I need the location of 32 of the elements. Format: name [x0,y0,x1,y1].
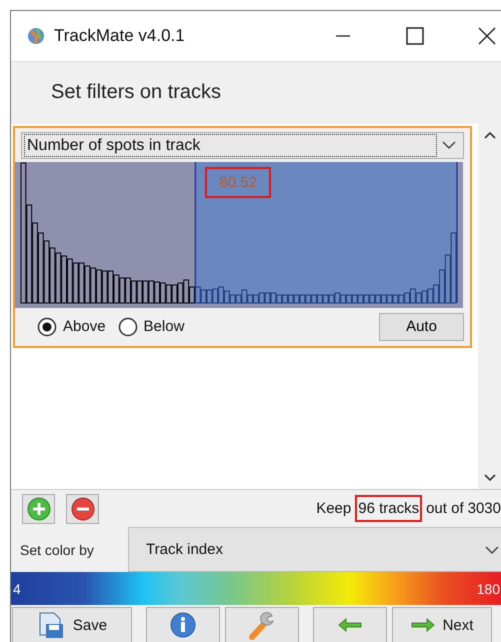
save-icon [36,611,65,639]
threshold-value: 80.52 [205,166,271,198]
info-button[interactable] [146,607,220,642]
radio-button[interactable]: Above [37,316,106,337]
scale-min: 4 [13,580,21,597]
add-button[interactable] [22,494,55,524]
step-heading: Set filters on tracks [51,81,222,104]
feature-dropdown[interactable]: Number of spots in track [21,132,464,159]
right-arrow-icon [410,618,435,632]
next-button[interactable]: Next [392,607,492,642]
window-title: TrackMate v4.0.1 [54,26,185,46]
track-count: 96 tracks [355,495,422,522]
save-button[interactable]: Save [12,607,132,642]
total-count: 3030 [468,500,501,518]
keep-label: Keep [316,500,352,518]
left-arrow-icon [338,618,362,632]
info-icon [170,612,196,638]
scale-max: 180 [476,580,500,597]
scroll-down-icon[interactable] [482,473,496,484]
color-by-label: Set color by [19,540,95,560]
scroll-up-icon[interactable] [482,130,496,140]
radio-circle-icon[interactable] [118,316,138,337]
back-button[interactable] [313,607,387,642]
remove-button[interactable] [66,494,99,524]
wrench-icon [248,610,276,640]
out-of-label: out of [426,500,464,518]
auto-button[interactable]: Auto [379,312,464,341]
radio-button[interactable]: Below [118,316,184,337]
radio-circle-icon[interactable] [37,316,57,337]
color-by-dropdown[interactable]: Track index [128,527,501,572]
app-icon [27,26,45,45]
histogram-drawing[interactable] [15,162,463,308]
